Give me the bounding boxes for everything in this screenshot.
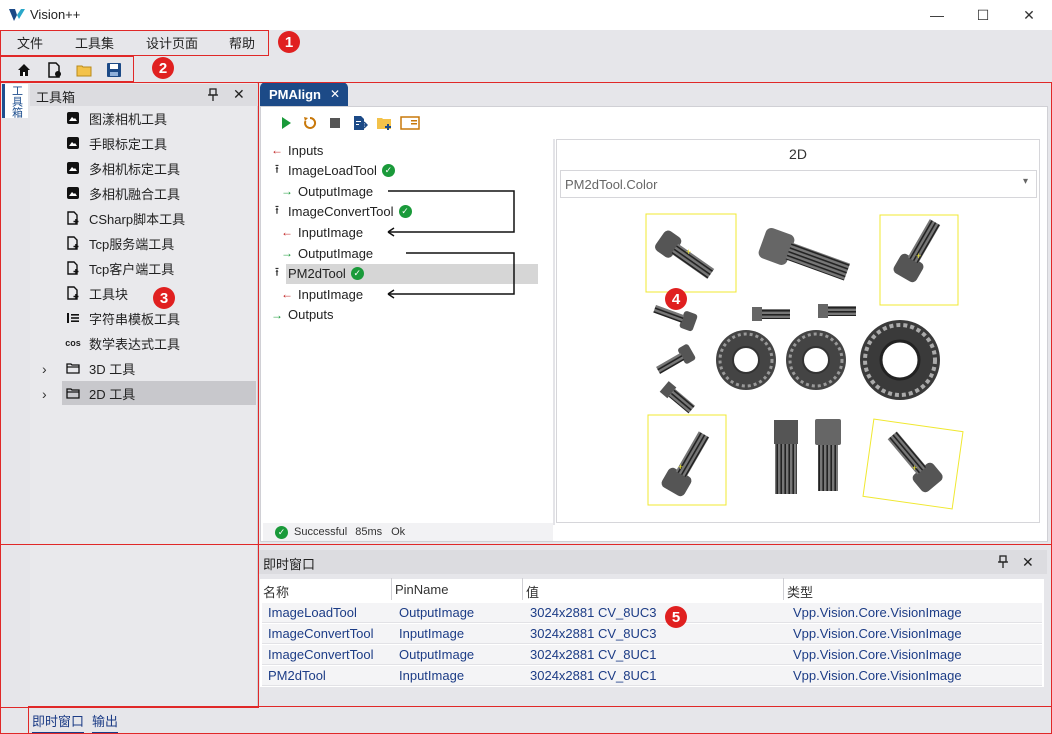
minimize-button[interactable]: —	[914, 0, 960, 30]
close-button[interactable]: ✕	[1006, 0, 1052, 30]
close-icon: ✕	[1023, 6, 1035, 23]
annotation-marker-2: 2	[152, 57, 174, 79]
annotation-marker-5: 5	[665, 606, 687, 628]
annotation-box-menu	[0, 30, 269, 56]
maximize-button[interactable]: ☐	[960, 0, 1006, 30]
title-bar	[0, 0, 1052, 30]
window-title: Vision++	[30, 7, 81, 22]
maximize-icon: ☐	[976, 6, 990, 23]
minimize-icon: —	[930, 7, 944, 23]
annotation-marker-1: 1	[278, 31, 300, 53]
annotation-box-bottom-tabs	[28, 706, 1052, 734]
annotation-marker-3: 3	[153, 287, 175, 309]
annotation-marker-4: 4	[665, 288, 687, 310]
annotation-box-toolbar	[0, 56, 134, 82]
app-logo-icon	[9, 9, 25, 21]
